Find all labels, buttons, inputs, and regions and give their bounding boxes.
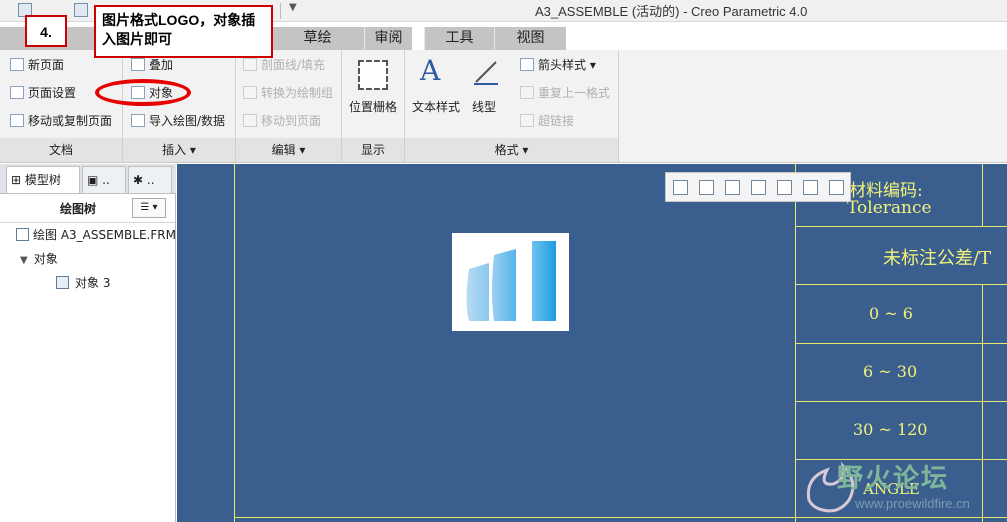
window-title: A3_ASSEMBLE (活动的) - Creo Parametric 4.0 — [535, 4, 808, 19]
overlay-button[interactable]: 叠加 — [131, 56, 173, 74]
callout-step-number: 4. — [25, 15, 67, 47]
page-setup-icon — [10, 86, 24, 99]
callout-note: 图片格式LOGO，对象插入图片即可 — [94, 5, 273, 58]
group-label-document: 文档 — [0, 138, 122, 162]
page-setup-button[interactable]: 页面设置 — [10, 84, 76, 102]
line-style-icon[interactable] — [472, 58, 500, 86]
divider — [0, 222, 175, 223]
tab-tools[interactable]: 工具 — [424, 27, 494, 50]
watermark-url: www.proewildfire.cn — [855, 496, 970, 511]
chevron-down-icon: ▾ — [299, 143, 306, 157]
hyperlink-button[interactable]: 超链接 — [520, 112, 574, 130]
tab-folder-browser[interactable]: ▣ .. — [82, 166, 126, 193]
layers-icon[interactable] — [803, 180, 818, 195]
untoleranced-label: 未标注公差/T — [883, 248, 992, 269]
repaint-icon[interactable] — [751, 180, 766, 195]
new-page-button[interactable]: 新页面 — [10, 56, 64, 74]
group-label-edit[interactable]: 编辑 ▾ — [236, 138, 341, 162]
arrow-style-button[interactable]: 箭头样式 ▾ — [520, 56, 596, 74]
group-label-insert[interactable]: 插入 ▾ — [123, 138, 235, 162]
text-style-label[interactable]: 文本样式 — [408, 98, 464, 115]
tab-sketch[interactable]: 草绘 — [270, 27, 364, 50]
tolerance-row-0-6: 0 ~ 6 — [869, 304, 913, 323]
quick-access-divider — [280, 3, 281, 19]
logo-image-object[interactable] — [452, 233, 569, 331]
position-grid-icon[interactable] — [358, 60, 388, 90]
navigator-panel: ⊞ 模型树 ▣ .. ✱ .. 绘图树 ☰ ▾ 绘图 A3_ASSEMBLE.F… — [0, 164, 176, 522]
object-icon — [56, 276, 69, 289]
table-line — [795, 401, 1007, 402]
tree-settings-button[interactable]: ☰ ▾ — [132, 198, 166, 218]
position-grid-label[interactable]: 位置栅格 — [342, 98, 404, 115]
zoom-in-icon[interactable] — [699, 180, 714, 195]
frame-line — [234, 164, 235, 522]
tolerance-row-30-120: 30 ~ 120 — [853, 420, 928, 439]
group-label-format[interactable]: 格式 ▾ — [405, 138, 618, 162]
tolerance-row-6-30: 6 ~ 30 — [863, 362, 918, 381]
ribbon-divider — [618, 50, 619, 162]
navigator-tabs: ⊞ 模型树 ▣ .. ✱ .. — [0, 164, 176, 194]
display-style-icon[interactable] — [777, 180, 792, 195]
table-line — [982, 164, 983, 226]
move-to-page-button[interactable]: 移动到页面 — [243, 112, 321, 130]
drawing-icon — [16, 228, 29, 241]
tab-view[interactable]: 视图 — [494, 27, 566, 50]
move-to-page-icon — [243, 114, 257, 127]
highlight-oval — [95, 79, 191, 106]
quick-access-dropdown-icon[interactable]: ▼ — [289, 2, 297, 13]
import-drawing-data-button[interactable]: 导入绘图/数据 — [131, 112, 225, 130]
favorites-icon: ✱ — [133, 173, 144, 187]
repeat-format-icon — [520, 86, 534, 99]
hatch-fill-button[interactable]: 剖面线/填充 — [243, 56, 325, 74]
drawing-tree-header: 绘图树 — [60, 202, 97, 216]
open-icon[interactable] — [74, 3, 88, 17]
hatch-icon — [243, 58, 257, 71]
zoom-out-icon[interactable] — [725, 180, 740, 195]
table-line — [795, 284, 1007, 285]
bar-logo-icon — [466, 241, 556, 321]
text-style-icon[interactable]: A — [420, 54, 440, 87]
convert-icon — [243, 86, 257, 99]
group-label-display: 显示 — [342, 138, 404, 162]
watermark-text: 野火论坛 — [837, 464, 950, 494]
convert-to-draft-group-button[interactable]: 转换为绘制组 — [243, 84, 333, 102]
import-icon — [131, 114, 145, 127]
overlay-icon — [131, 58, 145, 71]
forum-watermark: 野火论坛 www.proewildfire.cn — [797, 458, 1007, 522]
hyperlink-icon — [520, 114, 534, 127]
expand-arrow-icon[interactable]: ▼ — [20, 255, 28, 266]
chevron-down-icon: ▾ — [589, 58, 596, 72]
table-line — [795, 226, 1007, 227]
table-line — [795, 343, 1007, 344]
folder-icon: ▣ — [87, 173, 99, 187]
view-toolbar — [665, 172, 851, 202]
move-copy-page-button[interactable]: 移动或复制页面 — [10, 112, 112, 130]
line-style-label[interactable]: 线型 — [466, 98, 502, 115]
tab-review[interactable]: 审阅 — [364, 27, 412, 50]
tab-model-tree[interactable]: ⊞ 模型树 — [6, 166, 80, 193]
new-page-icon — [10, 58, 24, 71]
tolerance-label: Tolerance — [847, 198, 932, 218]
list-settings-icon: ☰ ▾ — [140, 202, 158, 213]
arrow-style-icon — [520, 58, 534, 71]
tree-group-objects[interactable]: ▼ 对象 — [20, 250, 58, 268]
tree-root-item[interactable]: 绘图 A3_ASSEMBLE.FRM — [16, 226, 176, 244]
repeat-last-format-button[interactable]: 重复上一格式 — [520, 84, 610, 102]
chevron-down-icon: ▾ — [522, 143, 529, 157]
tab-favorites[interactable]: ✱ .. — [128, 166, 172, 193]
tree-item-object-3[interactable]: 对象 3 — [56, 274, 110, 292]
ribbon: 新页面 页面设置 移动或复制页面 文档 叠加 对象 导入绘图/数据 插入 ▾ 剖… — [0, 50, 1007, 163]
refit-icon[interactable] — [673, 180, 688, 195]
annotation-display-icon[interactable] — [829, 180, 844, 195]
model-tree-icon: ⊞ — [11, 173, 22, 187]
chevron-down-icon: ▾ — [189, 143, 196, 157]
move-copy-page-icon — [10, 114, 24, 127]
